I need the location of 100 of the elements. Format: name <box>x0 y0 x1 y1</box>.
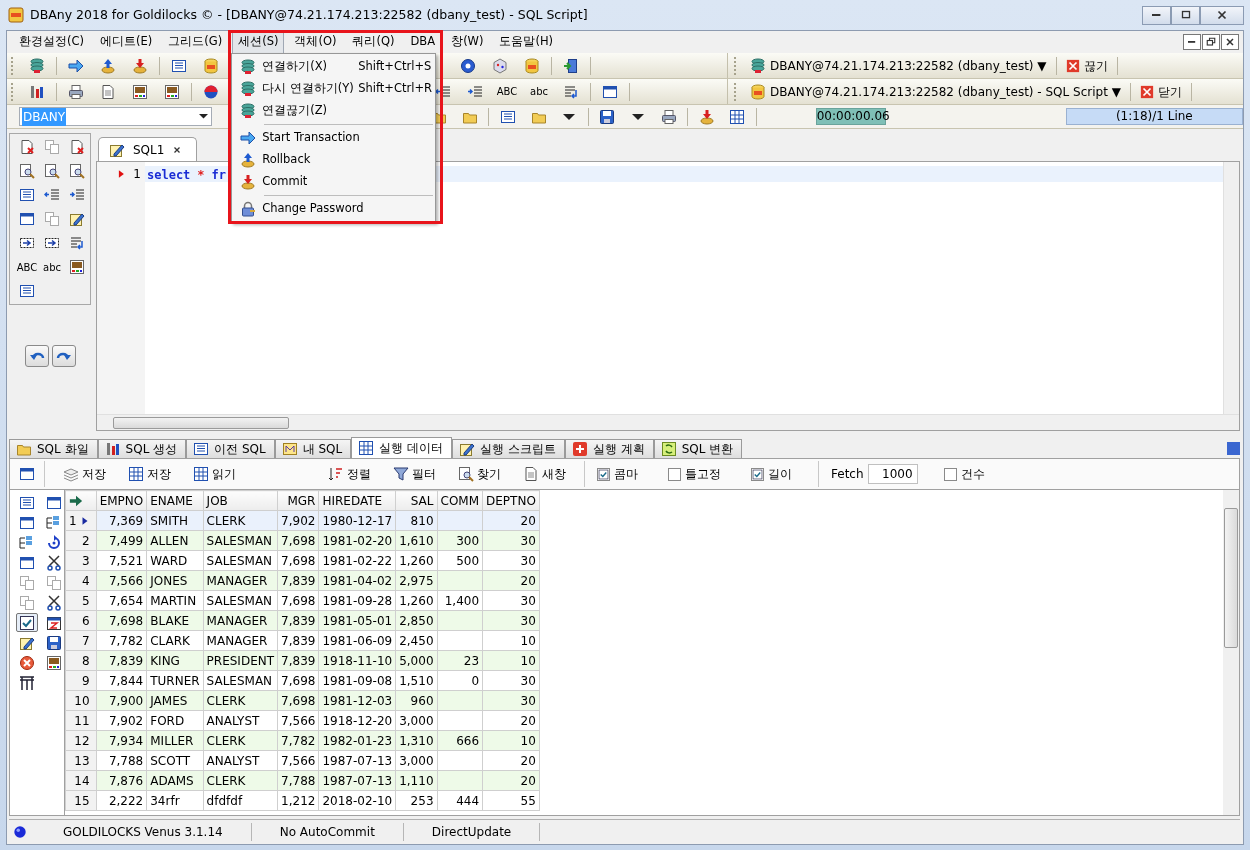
row-number: 11 <box>74 713 90 728</box>
frame-icon <box>19 674 35 691</box>
menu-entry[interactable]: Start Transaction <box>234 127 434 149</box>
arrow-box-icon <box>44 235 60 251</box>
close-button[interactable] <box>1221 34 1239 50</box>
window-icon <box>19 466 35 482</box>
table-cell: ANALYST <box>203 710 278 731</box>
checkbox-icon <box>19 614 35 631</box>
case-button[interactable]: abc <box>41 258 63 276</box>
table-cell: 1918-12-20 <box>318 710 396 731</box>
result-tab[interactable]: 실행 계획 <box>564 439 654 458</box>
table-cell: ANALYST <box>203 750 278 771</box>
window-selector[interactable]: DBANY@74.21.174.213:22582 (dbany_test) - SQL Script ▼ <box>744 82 1127 101</box>
toolbar-button[interactable]: 필터 <box>389 465 440 483</box>
table-cell: 1987-07-13 <box>318 750 396 771</box>
grid-icon <box>193 466 209 482</box>
tab-label: 실행 스크립트 <box>480 441 556 458</box>
arrow-up-icon <box>100 57 116 74</box>
case-button[interactable]: ABC <box>491 80 523 103</box>
checkbox[interactable] <box>943 467 957 481</box>
database-icon <box>240 103 257 119</box>
disconnect-button[interactable]: 끊기 <box>1059 56 1114 75</box>
scrollbar[interactable] <box>1223 490 1239 815</box>
result-tab[interactable]: 실행 데이터 <box>351 437 453 458</box>
app-icon <box>8 7 24 23</box>
table-cell <box>437 710 483 731</box>
table-cell: 7,566 <box>277 750 319 771</box>
filter-icon <box>393 466 409 482</box>
result-tab[interactable]: SQL 화일 <box>9 439 98 458</box>
menu-item[interactable]: 환경설정(C) <box>13 30 90 54</box>
result-tab[interactable]: 이전 SQL <box>186 439 275 458</box>
table-cell: 3,000 <box>395 710 437 731</box>
checkbox[interactable] <box>668 467 681 481</box>
status-text: GOLDILOCKS Venus 3.1.14 <box>35 823 252 841</box>
checkbox-button[interactable] <box>16 613 38 632</box>
restore-button[interactable] <box>1202 34 1220 50</box>
case-button[interactable]: abc <box>523 80 555 103</box>
scrollbar[interactable] <box>97 414 1239 430</box>
note-icon <box>281 441 298 457</box>
checkbox[interactable] <box>751 467 764 481</box>
status-text: No AutoCommit <box>251 823 404 841</box>
menu-item[interactable]: 그리드(G) <box>162 30 229 54</box>
row-number: 8 <box>82 653 90 668</box>
column-header: HIREDATE <box>318 490 396 511</box>
window-title: DBAny 2018 for Goldilocks © - [DBANY@74.21.174.213:22582 (dbany_test) - SQL Script] <box>30 5 588 24</box>
toolbar-button[interactable]: 새창 <box>519 465 570 483</box>
toolbar-button[interactable]: 저장 <box>59 465 110 483</box>
table-cell: 253 <box>395 790 437 811</box>
checkbox-label: 콤마 <box>614 466 638 483</box>
case-button[interactable]: ABC <box>16 258 38 276</box>
toolbar-button[interactable]: 읽기 <box>189 465 240 483</box>
result-tab[interactable]: 실행 스크립트 <box>452 439 565 458</box>
close-window-button[interactable]: 닫기 <box>1133 82 1188 101</box>
toolbar-button[interactable]: 찾기 <box>454 465 505 483</box>
copy-icon <box>44 139 60 155</box>
result-tab[interactable]: SQL 변환 <box>653 439 743 458</box>
table-cell: 34rfr <box>146 790 204 811</box>
table-cell <box>437 630 483 651</box>
toolbar-button[interactable]: 정렬 <box>324 465 375 483</box>
row-number: 4 <box>82 573 90 588</box>
minimize-button[interactable] <box>1142 5 1171 25</box>
minimize-button[interactable] <box>1183 34 1201 50</box>
convert-icon <box>660 441 677 457</box>
toolbar-button[interactable]: 저장 <box>124 465 175 483</box>
wrap-icon <box>563 83 579 100</box>
database-icon <box>29 57 45 74</box>
menu-entry[interactable]: Change Password <box>234 198 434 220</box>
tree-icon <box>19 534 35 551</box>
table-cell: 30 <box>482 670 540 691</box>
cylinder-icon <box>524 57 540 74</box>
connection-selector[interactable]: DBANY@74.21.174.213:22582 (dbany_test) ▼ <box>744 56 1053 75</box>
menu-item[interactable]: 에디트(E) <box>94 30 159 54</box>
table-cell: MANAGER <box>203 630 278 651</box>
table-cell: 1981-09-28 <box>318 590 396 611</box>
row-number: 1 <box>69 513 77 528</box>
scrollbar[interactable] <box>1223 162 1239 414</box>
list-icon <box>171 57 187 74</box>
fetch-field[interactable]: 1000 <box>867 464 918 484</box>
menu-entry[interactable]: 다시 연결하기(Y) Shift+Ctrl+R <box>234 78 434 100</box>
maximize-button[interactable] <box>1171 5 1200 25</box>
result-tab[interactable]: SQL 생성 <box>97 439 187 458</box>
menu-item[interactable]: 창(W) <box>445 30 490 54</box>
plus-icon <box>571 441 588 457</box>
caret-icon <box>563 113 576 120</box>
menu-entry[interactable]: 연결하기(X) Shift+Ctrl+S <box>234 56 434 78</box>
menu-item[interactable]: 도움말(H) <box>493 30 560 54</box>
editor-tab[interactable]: SQL1 <box>98 137 198 161</box>
row-number: 10 <box>74 693 90 708</box>
result-tab[interactable]: 내 SQL <box>274 439 352 458</box>
row-number: 9 <box>82 673 90 688</box>
menu-entry[interactable]: 연결끊기(Z) <box>234 100 434 122</box>
outdent-icon <box>435 83 451 100</box>
indent-icon <box>69 187 85 203</box>
redo-button[interactable] <box>51 345 76 367</box>
table-cell: 7,566 <box>277 710 319 731</box>
undo-button[interactable] <box>24 345 49 367</box>
copy-icon <box>19 594 35 611</box>
cylinder-icon <box>203 57 219 74</box>
table-cell: MARTIN <box>146 590 204 611</box>
checkbox[interactable] <box>597 467 610 481</box>
